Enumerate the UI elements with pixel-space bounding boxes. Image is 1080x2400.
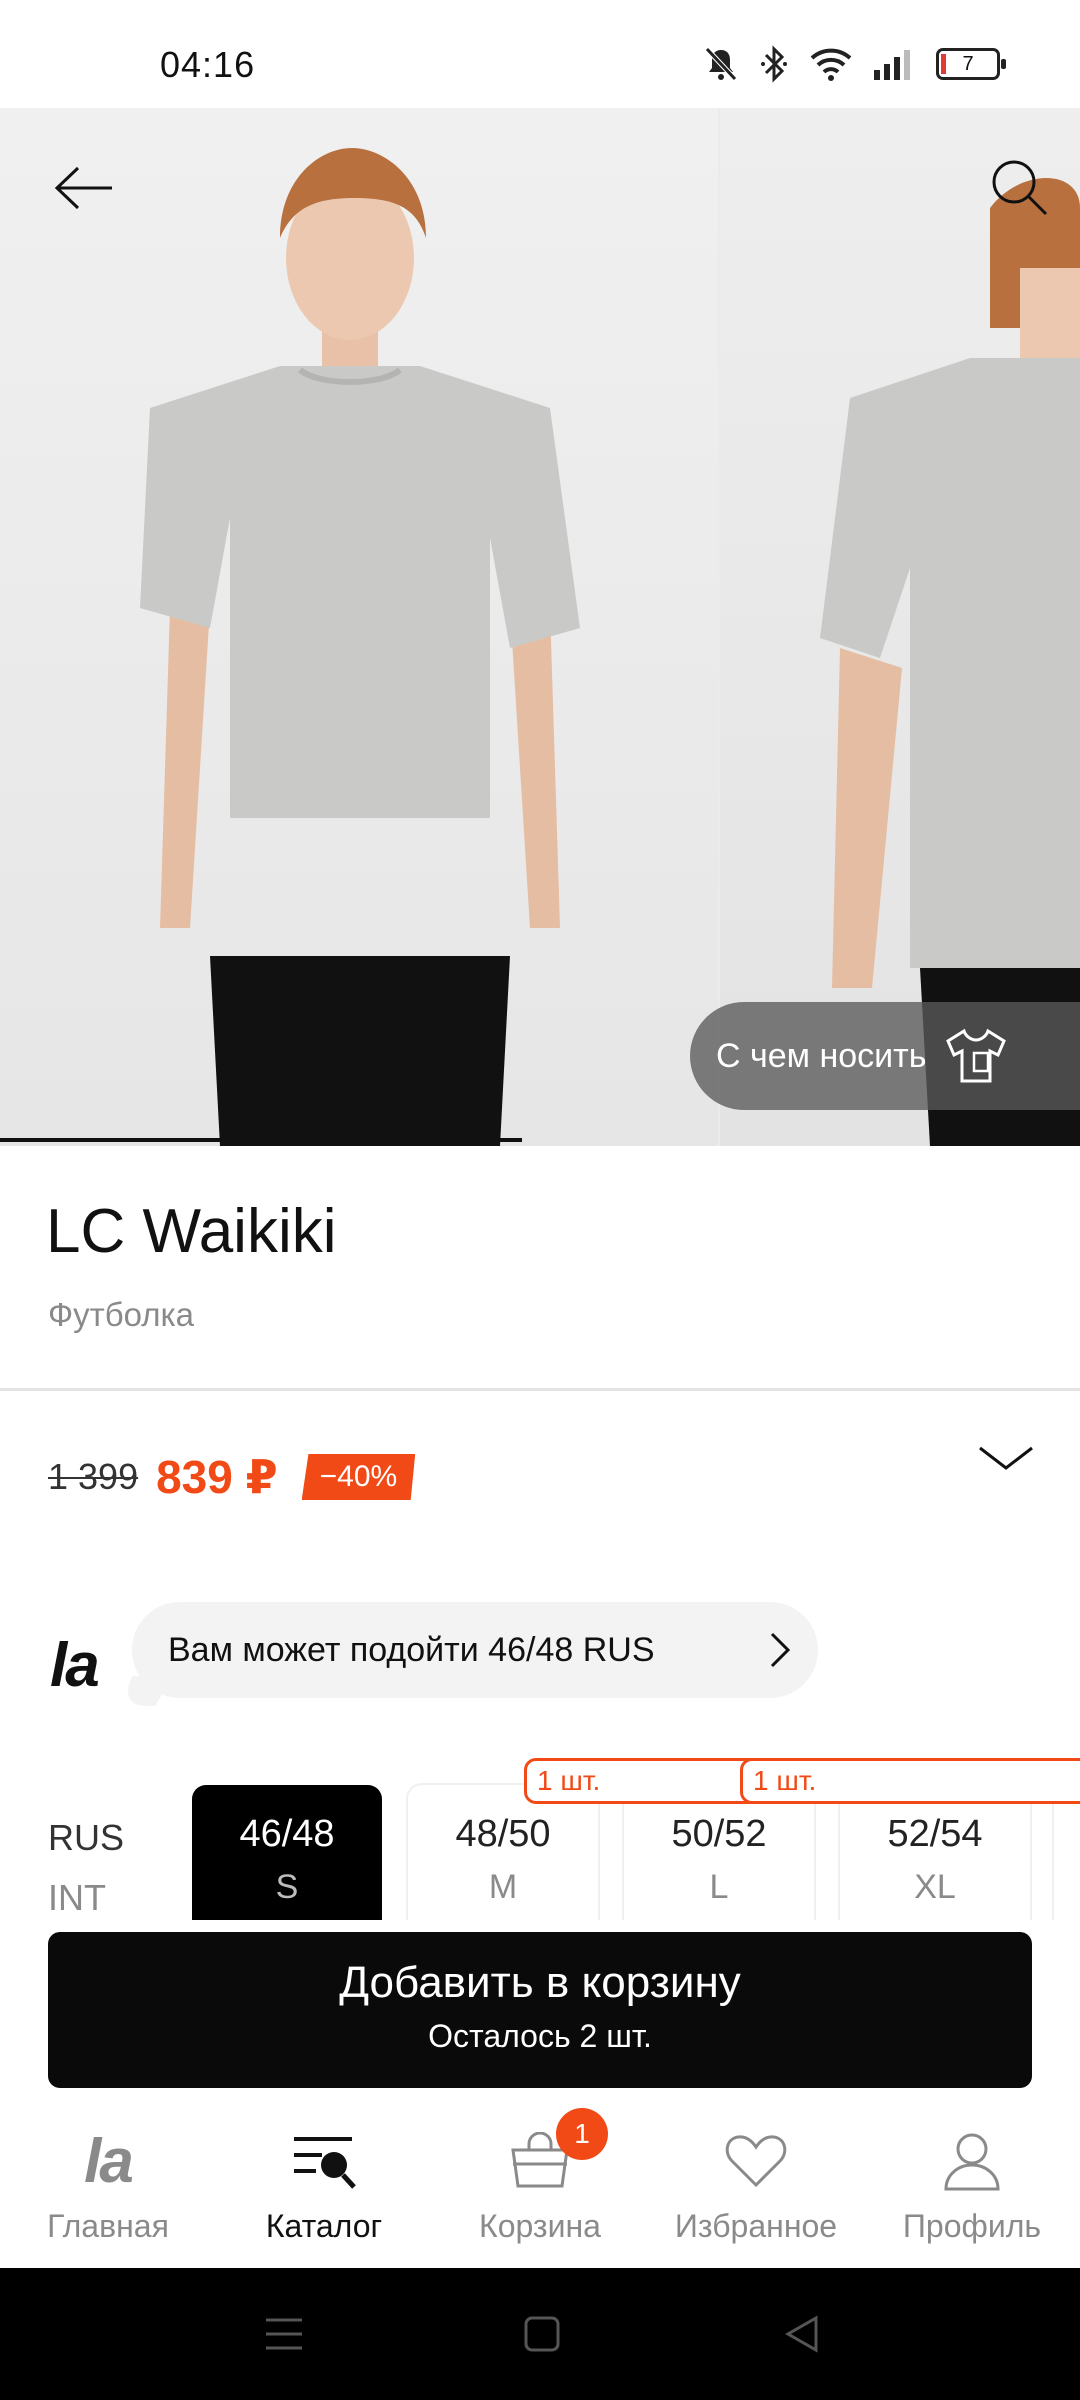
gallery-progress-indicator bbox=[0, 1138, 522, 1142]
product-photo[interactable] bbox=[0, 108, 718, 1146]
nav-favorites[interactable]: Избранное bbox=[648, 2108, 864, 2268]
size-suggestion-button[interactable]: Вам может подойти 46/48 RUS bbox=[132, 1602, 818, 1698]
search-button[interactable] bbox=[982, 150, 1058, 226]
cart-count-badge: 1 bbox=[556, 2108, 608, 2160]
nav-profile[interactable]: Профиль bbox=[864, 2108, 1080, 2268]
add-to-cart-button[interactable]: Добавить в корзину Осталось 2 шт. bbox=[48, 1932, 1032, 2088]
home-logo-text: la bbox=[84, 2126, 134, 2196]
wifi-icon bbox=[810, 48, 852, 81]
divider bbox=[0, 1388, 1080, 1391]
price-row: 1 399 839 ₽ −40% bbox=[48, 1450, 416, 1504]
stock-remaining: Осталось 2 шт. bbox=[428, 2018, 652, 2054]
size-int: L bbox=[709, 1868, 729, 1906]
chevron-right-icon bbox=[770, 1632, 791, 1668]
recent-apps-button[interactable] bbox=[258, 2308, 310, 2360]
size-suggestion-text: Вам может подойти 46/48 RUS bbox=[168, 1630, 655, 1669]
status-time: 04:16 bbox=[160, 44, 256, 85]
catalog-icon bbox=[286, 2126, 362, 2196]
arrow-left-icon bbox=[54, 166, 112, 210]
nav-catalog-label: Каталог bbox=[265, 2208, 383, 2244]
old-price: 1 399 bbox=[48, 1456, 139, 1497]
size-option-partial[interactable] bbox=[1054, 1785, 1080, 1920]
back-button[interactable] bbox=[46, 150, 122, 226]
product-gallery[interactable] bbox=[0, 108, 1080, 1146]
home-button[interactable] bbox=[516, 2308, 568, 2360]
size-option[interactable]: 46/48 S bbox=[192, 1785, 382, 1920]
model-photo-illustration bbox=[140, 148, 580, 1146]
home-logo-icon: la bbox=[70, 2126, 146, 2196]
menu-icon bbox=[266, 2318, 302, 2350]
product-photo-next[interactable] bbox=[720, 108, 1080, 1146]
profile-icon bbox=[934, 2126, 1010, 2196]
stock-badge: 1 шт. bbox=[740, 1758, 1080, 1804]
size-option[interactable]: 52/54 XL bbox=[840, 1785, 1030, 1920]
signal-icon bbox=[874, 50, 910, 80]
triangle-back-icon bbox=[784, 2315, 818, 2353]
bottom-navigation: la Главная Каталог 1 Корзина Избранное П… bbox=[0, 2108, 1080, 2268]
product-type: Футболка bbox=[48, 1296, 195, 1333]
bluetooth-icon bbox=[761, 45, 787, 83]
current-price: 839 ₽ bbox=[156, 1451, 278, 1503]
heart-icon bbox=[718, 2126, 794, 2196]
size-rus: 48/50 bbox=[455, 1813, 551, 1855]
add-to-cart-label: Добавить в корзину bbox=[339, 1958, 741, 2007]
search-icon bbox=[992, 160, 1048, 216]
nav-profile-label: Профиль bbox=[902, 2208, 1042, 2244]
square-icon bbox=[524, 2316, 560, 2352]
size-int: M bbox=[488, 1868, 518, 1906]
price-details-toggle[interactable] bbox=[976, 1440, 1036, 1480]
status-bar: 04:16 7 bbox=[0, 0, 1080, 108]
nav-catalog[interactable]: Каталог bbox=[216, 2108, 432, 2268]
chevron-down-icon bbox=[979, 1446, 1033, 1470]
size-int: S bbox=[275, 1868, 299, 1906]
nav-cart-label: Корзина bbox=[479, 2208, 601, 2244]
what-to-wear-label: С чем носить bbox=[716, 1036, 927, 1075]
size-rus: 46/48 bbox=[239, 1813, 335, 1855]
size-int: XL bbox=[914, 1868, 956, 1906]
discount-badge: −40% bbox=[301, 1454, 416, 1500]
size-rus: 52/54 bbox=[887, 1813, 983, 1855]
what-to-wear-button[interactable]: С чем носить bbox=[690, 1002, 1080, 1110]
nav-home-label: Главная bbox=[47, 2208, 169, 2244]
tshirt-icon bbox=[946, 1028, 1007, 1083]
system-navigation-bar bbox=[0, 2268, 1080, 2400]
nav-favorites-label: Избранное bbox=[674, 2208, 838, 2244]
size-option[interactable]: 48/50 M bbox=[408, 1785, 598, 1920]
nav-cart[interactable]: 1 Корзина bbox=[432, 2108, 648, 2268]
size-rus: 50/52 bbox=[671, 1813, 767, 1855]
model-photo-illustration-next bbox=[820, 178, 1080, 1146]
nav-home[interactable]: la Главная bbox=[0, 2108, 216, 2268]
brand-name[interactable]: LC Waikiki bbox=[46, 1196, 337, 1267]
la-assistant-logo: la bbox=[50, 1631, 100, 1700]
status-icons: 7 bbox=[704, 44, 1006, 84]
size-option[interactable]: 50/52 L bbox=[624, 1785, 814, 1920]
back-system-button[interactable] bbox=[776, 2308, 828, 2360]
battery-level: 7 bbox=[962, 53, 974, 75]
bell-muted-icon bbox=[705, 47, 737, 81]
battery-icon: 7 bbox=[936, 48, 1006, 80]
